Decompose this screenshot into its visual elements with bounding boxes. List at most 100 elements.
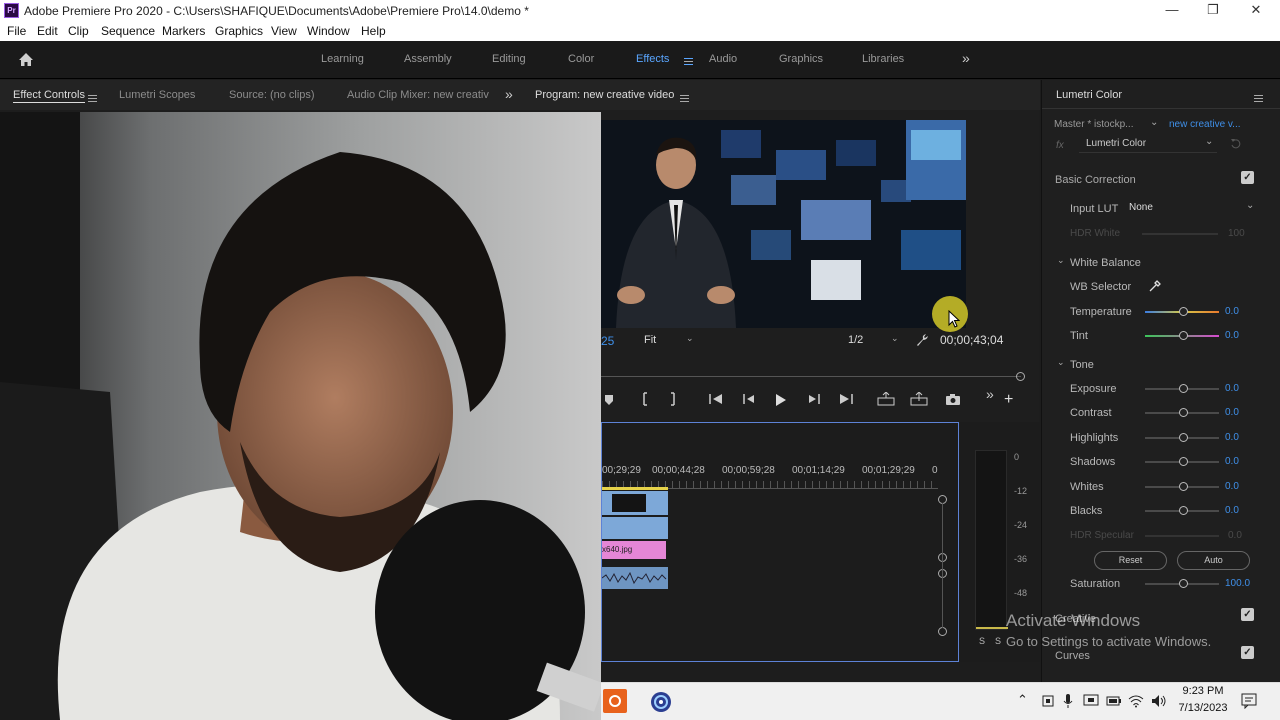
contrast-slider-knob[interactable]	[1179, 408, 1188, 417]
whites-slider-knob[interactable]	[1179, 482, 1188, 491]
menu-graphics[interactable]: Graphics	[215, 24, 263, 38]
video-clip-v1[interactable]	[602, 517, 668, 539]
taskbar-app-icon[interactable]	[603, 689, 627, 713]
program-scrub-bar[interactable]	[601, 376, 1021, 377]
sequence-clip-link[interactable]: new creative v...	[1169, 119, 1241, 130]
fit-zoom-select[interactable]: Fit	[644, 334, 656, 346]
workspace-learning[interactable]: Learning	[321, 53, 364, 65]
tint-value[interactable]: 0.0	[1225, 330, 1239, 341]
go-to-in-icon[interactable]	[708, 393, 724, 405]
browser-icon[interactable]	[649, 690, 673, 714]
solo-right-button[interactable]: S	[995, 636, 1001, 646]
tone-chevron-icon[interactable]: ⌄	[1057, 357, 1065, 368]
blacks-value[interactable]: 0.0	[1225, 505, 1239, 516]
play-icon[interactable]	[775, 393, 787, 407]
tray-security-icon[interactable]	[1041, 694, 1055, 708]
button-editor-plus-icon[interactable]: +	[1004, 391, 1013, 409]
video-clip-v2[interactable]	[602, 491, 668, 515]
tab-program-monitor[interactable]: Program: new creative video	[535, 89, 674, 101]
more-workspaces-icon[interactable]: »	[962, 50, 970, 66]
track-scroll-handle[interactable]	[938, 627, 947, 636]
input-lut-select[interactable]: None ⌄	[1126, 200, 1256, 216]
microphone-icon[interactable]	[1063, 693, 1073, 709]
workspace-effects[interactable]: Effects	[636, 53, 669, 65]
workspace-assembly[interactable]: Assembly	[404, 53, 452, 65]
menu-clip[interactable]: Clip	[68, 24, 89, 38]
highlights-value[interactable]: 0.0	[1225, 432, 1239, 443]
fit-chevron-down-icon[interactable]: ⌄	[686, 333, 694, 344]
eyedropper-icon[interactable]	[1148, 279, 1162, 293]
effect-controls-menu-icon[interactable]	[83, 92, 97, 104]
white-balance-chevron-icon[interactable]: ⌄	[1057, 255, 1065, 266]
resolution-select[interactable]: 1/2	[848, 334, 863, 346]
tab-audio-clip-mixer[interactable]: Audio Clip Mixer: new creativ	[347, 89, 489, 101]
menu-markers[interactable]: Markers	[162, 24, 205, 38]
battery-icon[interactable]	[1106, 695, 1122, 707]
menu-sequence[interactable]: Sequence	[101, 24, 155, 38]
program-video-frame[interactable]	[601, 120, 966, 328]
saturation-slider-knob[interactable]	[1179, 579, 1188, 588]
step-forward-icon[interactable]	[807, 393, 821, 405]
program-timecode-left[interactable]: 25	[601, 334, 614, 348]
reset-button[interactable]: Reset	[1094, 551, 1167, 570]
workspace-editing[interactable]: Editing	[492, 53, 526, 65]
extract-icon[interactable]	[910, 392, 928, 406]
exposure-slider-knob[interactable]	[1179, 384, 1188, 393]
export-frame-camera-icon[interactable]	[945, 393, 961, 406]
saturation-value[interactable]: 100.0	[1225, 578, 1250, 589]
whites-value[interactable]: 0.0	[1225, 481, 1239, 492]
contrast-value[interactable]: 0.0	[1225, 407, 1239, 418]
timeline-panel[interactable]: 00;29;29 00;00;44;28 00;00;59;28 00;01;1…	[601, 422, 959, 662]
reset-effect-icon[interactable]	[1230, 138, 1242, 150]
curves-checkbox[interactable]: ✓	[1241, 646, 1254, 659]
menu-help[interactable]: Help	[361, 24, 386, 38]
menu-file[interactable]: File	[7, 24, 26, 38]
workspace-libraries[interactable]: Libraries	[862, 53, 904, 65]
master-chevron-down-icon[interactable]: ⌄	[1150, 117, 1158, 128]
close-button[interactable]: ✕	[1246, 2, 1266, 19]
tray-chevron-up-icon[interactable]: ⌃	[1017, 692, 1028, 708]
lumetri-panel-menu-icon[interactable]	[1249, 92, 1263, 104]
step-back-icon[interactable]	[742, 393, 756, 405]
workspace-audio[interactable]: Audio	[709, 53, 737, 65]
tab-source[interactable]: Source: (no clips)	[229, 89, 315, 101]
menu-edit[interactable]: Edit	[37, 24, 58, 38]
tray-display-icon[interactable]	[1083, 694, 1099, 708]
timeline-vertical-scrollbar[interactable]	[942, 503, 943, 628]
notifications-icon[interactable]	[1241, 693, 1257, 709]
go-to-out-icon[interactable]	[838, 393, 854, 405]
menu-window[interactable]: Window	[307, 24, 350, 38]
solo-left-button[interactable]: S	[979, 636, 985, 646]
tab-effect-controls[interactable]: Effect Controls	[13, 89, 85, 103]
minimize-button[interactable]: —	[1162, 2, 1182, 19]
wrench-settings-icon[interactable]	[915, 333, 929, 347]
exposure-value[interactable]: 0.0	[1225, 383, 1239, 394]
basic-correction-header[interactable]: Basic Correction	[1055, 174, 1136, 186]
add-marker-icon[interactable]	[604, 394, 614, 406]
work-area-bar[interactable]	[602, 487, 668, 490]
highlights-slider-knob[interactable]	[1179, 433, 1188, 442]
wifi-icon[interactable]	[1128, 694, 1144, 708]
lift-icon[interactable]	[877, 392, 895, 406]
mark-in-icon[interactable]	[640, 392, 648, 406]
shadows-value[interactable]: 0.0	[1225, 456, 1239, 467]
image-clip[interactable]: x640.jpg	[602, 541, 666, 559]
resolution-chevron-down-icon[interactable]: ⌄	[891, 333, 899, 344]
tab-lumetri-scopes[interactable]: Lumetri Scopes	[119, 89, 195, 101]
effect-select[interactable]: Lumetri Color ⌄	[1079, 136, 1217, 153]
mark-out-icon[interactable]	[670, 392, 678, 406]
program-menu-icon[interactable]	[675, 92, 689, 104]
curves-header[interactable]: Curves	[1055, 650, 1090, 662]
home-icon[interactable]	[18, 52, 34, 67]
shadows-slider-knob[interactable]	[1179, 457, 1188, 466]
clock-time[interactable]: 9:23 PM	[1180, 685, 1226, 697]
menu-view[interactable]: View	[271, 24, 297, 38]
temperature-value[interactable]: 0.0	[1225, 306, 1239, 317]
scrub-end-handle[interactable]	[1016, 372, 1025, 381]
program-timecode-right[interactable]: 00;00;43;04	[940, 333, 1003, 347]
more-controls-icon[interactable]: »	[986, 386, 994, 402]
audio-clip[interactable]	[601, 567, 668, 589]
master-clip-select[interactable]: Master * istockp...	[1054, 119, 1133, 130]
clock-date[interactable]: 7/13/2023	[1174, 702, 1232, 714]
lumetri-panel-title[interactable]: Lumetri Color	[1056, 89, 1122, 101]
